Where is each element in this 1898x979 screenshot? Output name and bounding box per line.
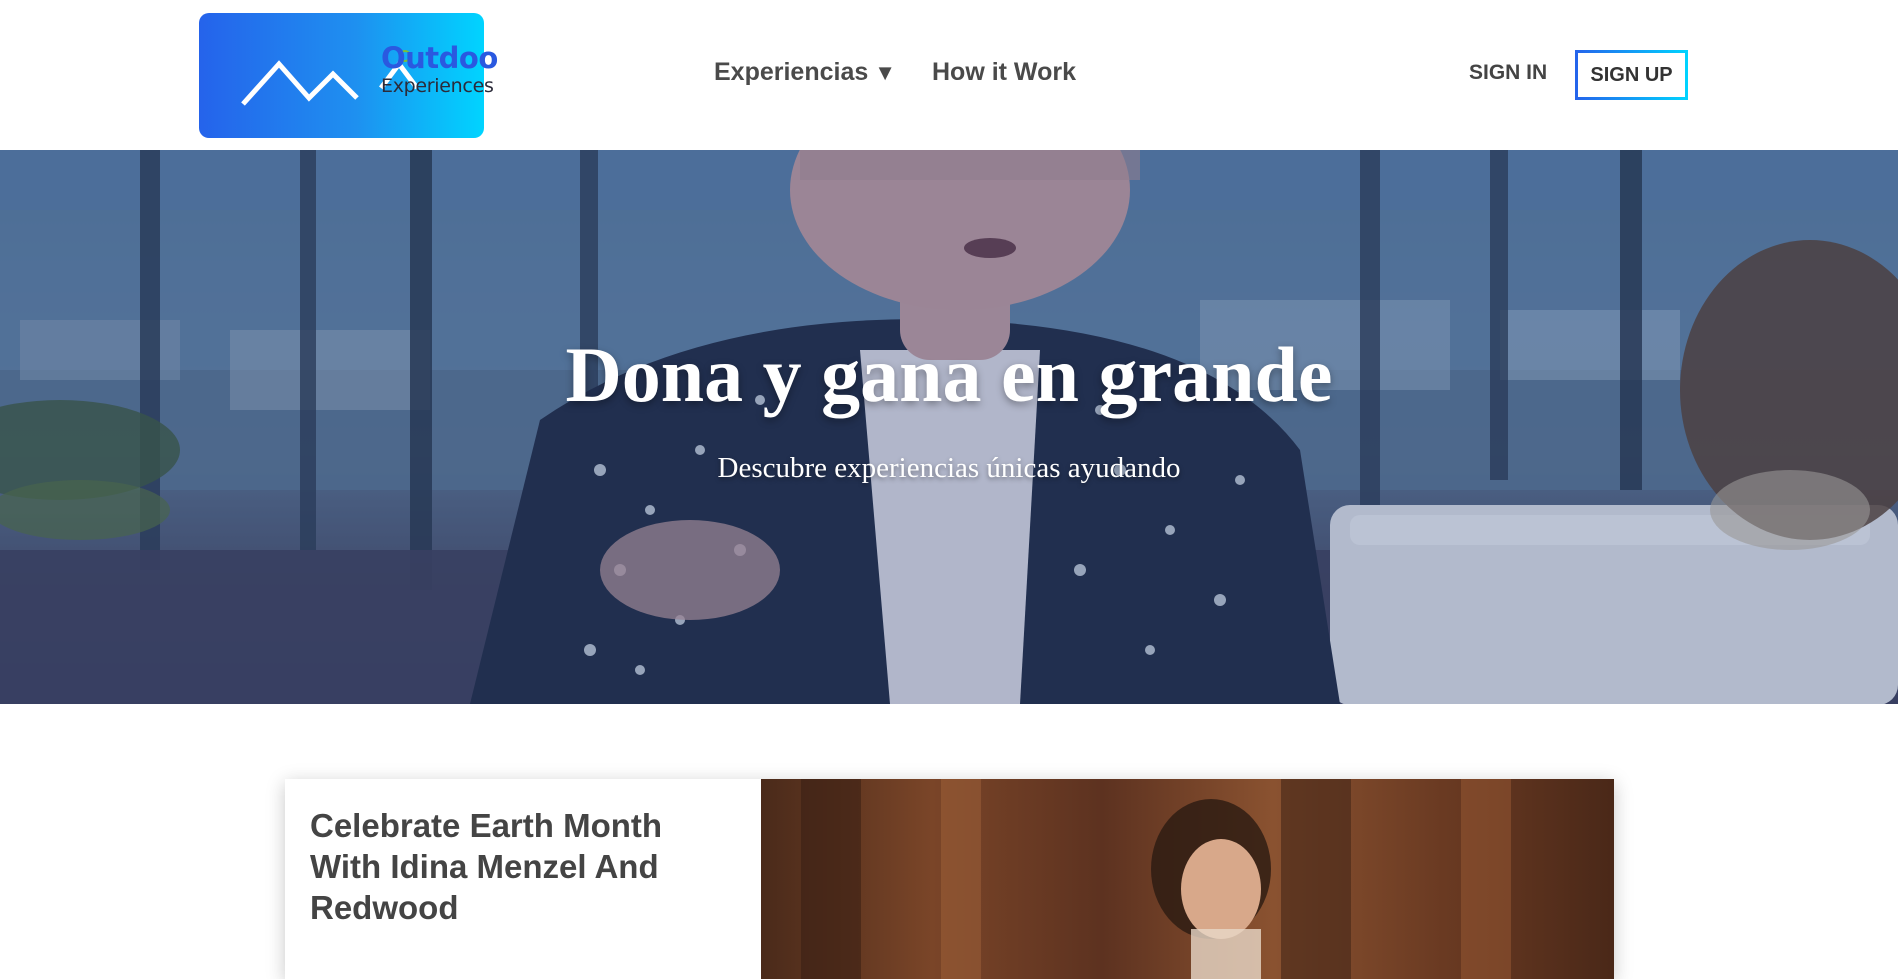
site-header: Outdoor Experiences Experiencias ▼ How it… — [0, 0, 1898, 150]
logo-line-1: Outdoor — [381, 41, 499, 75]
feature-card-title[interactable]: Celebrate Earth Month With Idina Menzel … — [310, 805, 730, 928]
nav-experiencias-dropdown[interactable]: Experiencias ▼ — [714, 58, 896, 87]
hero-subtitle: Descubre experiencias únicas ayudando — [717, 452, 1181, 484]
logo-wordmark: Outdoor Experiences — [381, 41, 499, 97]
sign-in-link[interactable]: SIGN IN — [1469, 61, 1547, 85]
hero-title: Dona y gana en grande — [565, 331, 1333, 418]
hero-overlay — [0, 150, 1898, 704]
feature-card[interactable]: Celebrate Earth Month With Idina Menzel … — [285, 779, 1614, 979]
caret-down-icon: ▼ — [874, 60, 897, 85]
brand-logo[interactable]: Outdoor Experiences — [199, 13, 499, 138]
sign-up-button[interactable]: SIGN UP — [1575, 50, 1688, 100]
redwood-photo — [801, 779, 1511, 979]
feature-card-image[interactable] — [761, 779, 1614, 979]
nav-experiencias-label: Experiencias — [714, 58, 869, 86]
sign-up-label: SIGN UP — [1590, 63, 1673, 86]
nav-how-it-work[interactable]: How it Work — [932, 58, 1076, 87]
logo-line-2: Experiences — [381, 75, 494, 97]
hero-banner: Dona y gana en grande Descubre experienc… — [0, 150, 1898, 704]
